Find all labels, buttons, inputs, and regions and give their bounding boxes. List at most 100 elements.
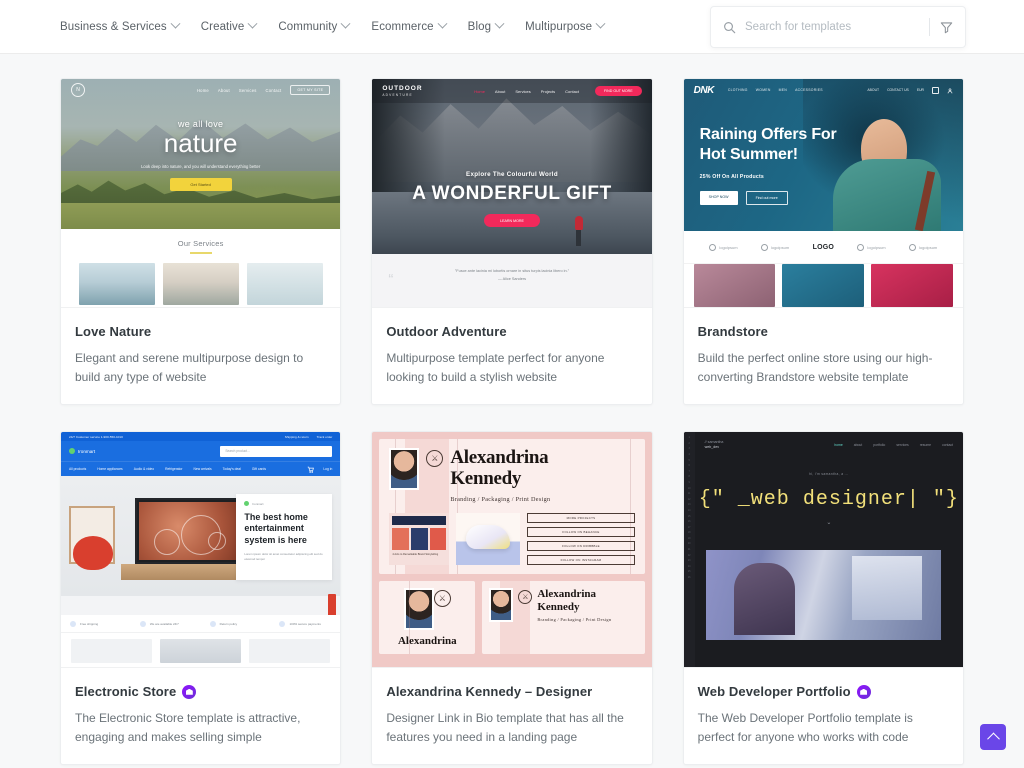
preview-link-button: FOLLOW ON DRIBBBLE [527, 540, 635, 551]
preview-feature: Return policy [201, 620, 271, 627]
preview-nav-link: CLOTHING [727, 88, 748, 92]
preview-nav-link: Audio & video [133, 467, 155, 472]
preview-subtext: Look deep into nature, and you will unde… [141, 164, 261, 169]
scroll-hint-icon: ⌄ [826, 520, 832, 527]
preview-promo-card: Ironmart The best home entertainment sys… [236, 494, 333, 581]
preview-nav-link: About [217, 87, 230, 93]
nav-item-community[interactable]: Community [278, 18, 351, 33]
template-card-brandstore[interactable]: DNK CLOTHING WOMEN MEN ACCESSORIES ABOUT… [682, 78, 964, 406]
template-description: Designer Link in Bio template that has a… [386, 711, 624, 744]
preview-product-photo [456, 512, 521, 565]
preview-tile [78, 262, 155, 305]
chevron-down-icon [340, 18, 351, 29]
filter-funnel-icon[interactable] [940, 21, 953, 34]
chevron-down-icon [437, 18, 448, 29]
preview-tile [246, 262, 323, 305]
badge-stamp-icon: ⚔ [518, 589, 533, 604]
template-title-text: Love Nature [75, 324, 152, 339]
template-description: Multipurpose template perfect for anyone… [386, 351, 605, 384]
preview-logo: N [71, 83, 85, 97]
preview-product-photo [782, 264, 865, 307]
preview-tile [162, 262, 239, 305]
template-card-alexandrina-kennedy[interactable]: ⚔ Alexandrina Kennedy Branding / Packagi… [371, 431, 653, 766]
template-preview-image: ⚔ Alexandrina Kennedy Branding / Packagi… [372, 432, 652, 668]
nav-item-creative[interactable]: Creative [201, 18, 258, 33]
preview-nav-link: All products [69, 467, 87, 472]
nav-item-blog[interactable]: Blog [468, 18, 505, 33]
preview-nav-link: Gift cards [251, 467, 266, 472]
preview-partner-logo: logoipsum [909, 243, 937, 251]
cart-icon [932, 86, 939, 94]
preview-topbar-link: Track order [316, 434, 333, 439]
preview-tagline: Branding / Packaging / Print Design [450, 495, 551, 503]
pro-badge-icon [182, 684, 197, 699]
preview-name-line2: Kennedy [450, 468, 522, 490]
template-card-love-nature[interactable]: N Home About Services Contact GET MY SIT… [60, 78, 342, 406]
preview-quote-text: "Fusce ante lacinia mi lobortis ornare i… [454, 269, 570, 273]
nav-item-ecommerce[interactable]: Ecommerce [371, 18, 448, 33]
preview-subtext: 25% Off On All Products [699, 174, 765, 180]
preview-partner-logo: logoipsum [709, 243, 738, 251]
nav-item-business-services[interactable]: Business & Services [60, 18, 181, 33]
preview-product-photo [871, 264, 953, 307]
preview-feature: 100% secure payments [270, 620, 340, 627]
preview-logo: OUTDOOR ADVENTURE [382, 85, 422, 97]
template-description: Elegant and serene multipurpose design t… [75, 351, 304, 384]
preview-product-tile [160, 639, 242, 664]
preview-quote: "Fusce ante lacinia mi lobortis ornare i… [372, 268, 651, 283]
preview-kicker: hi, i'm samantha, a ... [809, 472, 849, 477]
search-bar[interactable] [710, 6, 966, 48]
preview-name-line1: Alexandrina [450, 447, 549, 469]
preview-heading: A WONDERFUL GIFT [412, 183, 612, 204]
scroll-to-top-button[interactable] [980, 724, 1006, 750]
preview-nav-button: FIND OUT MORE [594, 86, 642, 96]
preview-card-heading: The best home entertainment system is he… [244, 512, 308, 545]
template-preview-image: 24/7 Customer service 1-900-550-1010 Shi… [61, 432, 341, 668]
preview-hero-photo [705, 550, 941, 641]
preview-currency-label: EUR [916, 88, 924, 92]
preview-nav-link: services [896, 443, 909, 448]
template-preview-image: N Home About Services Contact GET MY SIT… [61, 79, 341, 307]
preview-cta-button: LEARN MORE [483, 214, 540, 227]
preview-heading: nature [163, 128, 238, 158]
template-caption: Love Nature Elegant and serene multipurp… [61, 307, 341, 404]
preview-nav-link: Home [196, 87, 209, 93]
preview-nav-link: portfolio [873, 443, 886, 448]
badge-stamp-icon: ⚔ [433, 589, 451, 607]
template-caption: Web Developer Portfolio The Web Develope… [683, 667, 963, 764]
template-card-outdoor-adventure[interactable]: OUTDOOR ADVENTURE Home About Services Pr… [371, 78, 653, 406]
preview-nav-link: ACCESSORIES [795, 88, 823, 92]
nav-item-label: Multipurpose [525, 20, 593, 33]
template-card-web-developer-portfolio[interactable]: 1 2 3 4 5 6 7 8 9 10 11 12 13 14 15 16 17 18 19 20 21 22 23 2… [682, 431, 964, 766]
search-icon [723, 21, 736, 34]
preview-product-tile [71, 639, 153, 664]
template-title-text: Alexandrina Kennedy – Designer [386, 684, 593, 700]
preview-portrait [403, 587, 434, 630]
preview-logo: DNK [693, 84, 715, 96]
pro-badge-icon [856, 684, 871, 699]
search-input[interactable] [745, 21, 919, 33]
nav-item-multipurpose[interactable]: Multipurpose [525, 18, 606, 33]
preview-nav-link: home [834, 443, 843, 448]
preview-logo-text: // samantha [704, 439, 724, 444]
preview-search-field: Search product... [220, 445, 333, 457]
preview-nav-link: Home appliances [97, 467, 123, 472]
preview-project-thumb: 4 Acts to Remarkable Brand Storytelling [389, 512, 450, 565]
template-preview-image: OUTDOOR ADVENTURE Home About Services Pr… [372, 79, 652, 307]
preview-nav-link: Contact [265, 87, 282, 93]
preview-logo-text: OUTDOOR [382, 84, 423, 92]
preview-product-tile [249, 639, 331, 664]
preview-nav-link: Today's deal [222, 467, 241, 472]
nav-item-label: Community [278, 20, 338, 33]
preview-topbar-link: Shipping & return [284, 434, 309, 439]
preview-secondary-button: Find out more [745, 191, 788, 205]
preview-section-title: Our Services [177, 239, 224, 248]
template-card-electronic-store[interactable]: 24/7 Customer service 1-900-550-1010 Shi… [60, 431, 342, 766]
preview-nav-link: contact [942, 443, 953, 448]
user-account-icon [947, 81, 953, 99]
preview-kicker: Explore The Colourful World [466, 171, 558, 178]
template-title-text: Brandstore [697, 324, 769, 339]
search-divider [929, 18, 930, 36]
preview-logo-subtext: web_dev [704, 445, 720, 450]
preview-partner-logo: logoipsum [857, 243, 886, 251]
